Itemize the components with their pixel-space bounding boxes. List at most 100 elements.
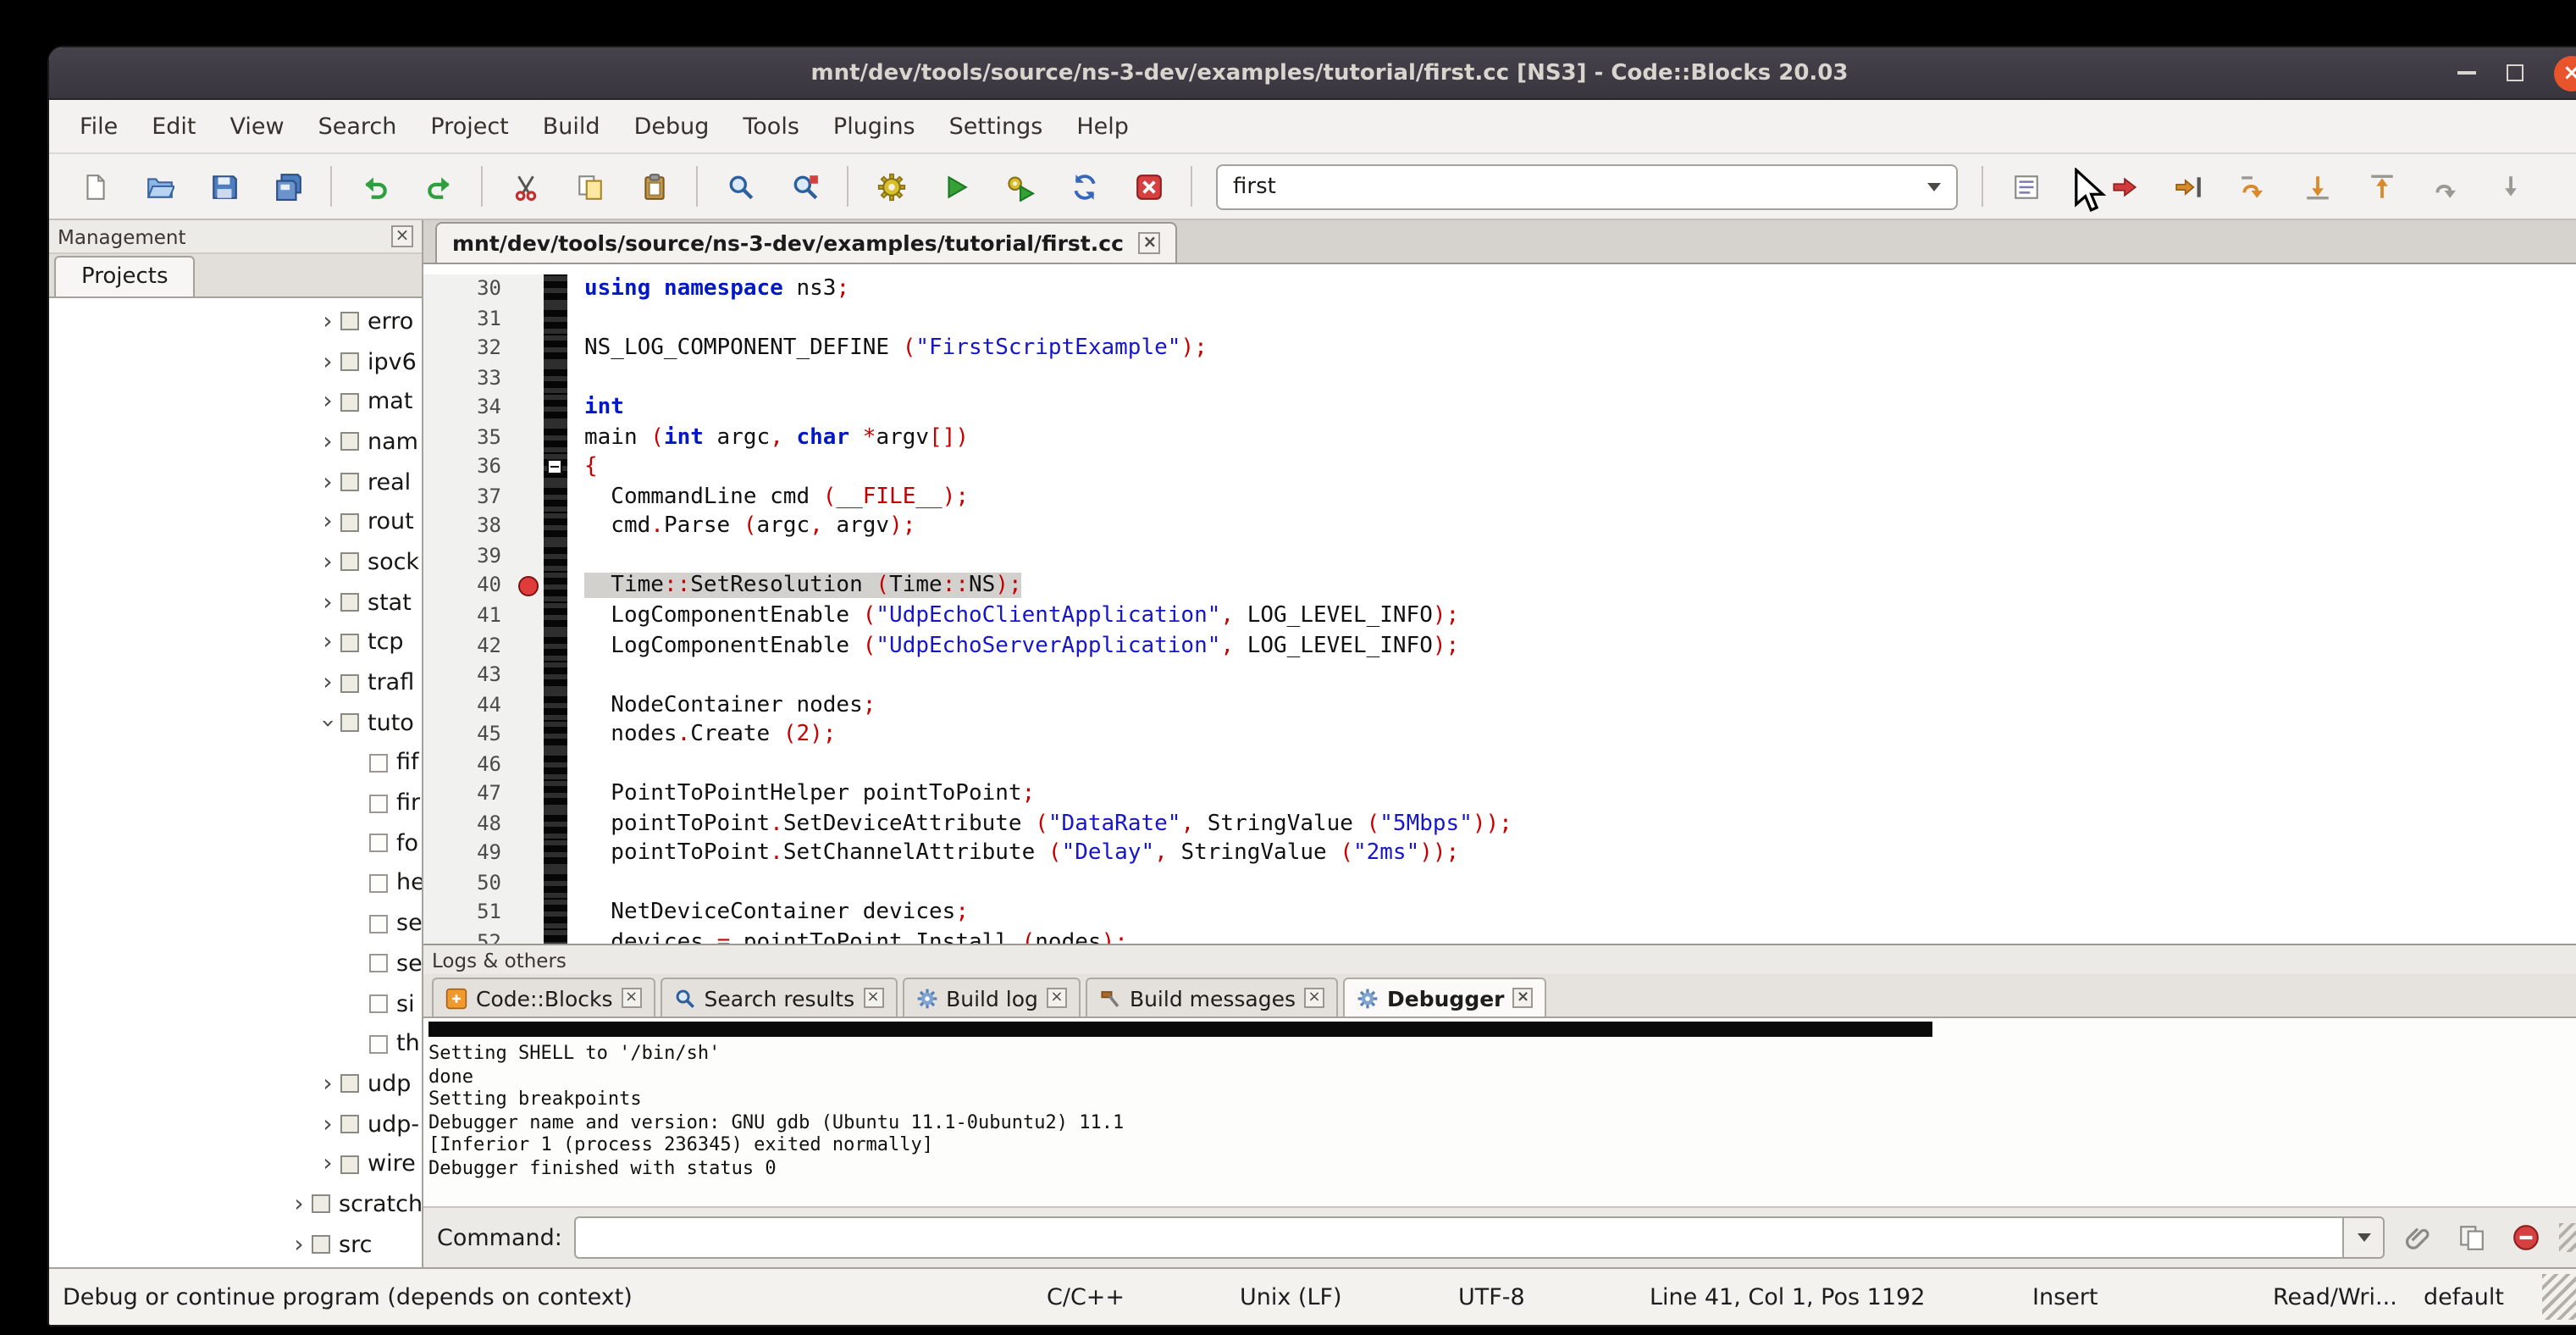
menu-item-build[interactable]: Build xyxy=(526,113,617,140)
fold-marker-icon[interactable] xyxy=(547,460,562,475)
expand-arrow-icon[interactable]: › xyxy=(315,551,340,574)
replace-button[interactable] xyxy=(777,163,832,210)
debugger-log[interactable]: Setting SHELL to '/bin/sh'doneSetting br… xyxy=(423,1018,2576,1208)
close-panel-icon[interactable]: × xyxy=(391,225,413,247)
expand-arrow-icon[interactable]: › xyxy=(315,1153,340,1177)
log-tab-build-messages[interactable]: Build messages× xyxy=(1086,978,1338,1016)
tree-item-wire[interactable]: ›wire xyxy=(49,1144,422,1184)
breakpoint-margin[interactable] xyxy=(517,363,544,393)
code-editor[interactable]: 30using namespace ns3;3132NS_LOG_COMPONE… xyxy=(423,264,2576,944)
expand-arrow-icon[interactable]: › xyxy=(315,1112,340,1136)
build-button[interactable] xyxy=(864,163,918,210)
save-file-button[interactable] xyxy=(196,163,251,210)
log-tab-search-results[interactable]: Search results× xyxy=(661,978,898,1016)
stop-debugger-button[interactable] xyxy=(2505,1216,2547,1259)
resize-grip[interactable] xyxy=(2559,1223,2576,1252)
breakpoint-margin[interactable] xyxy=(517,631,544,661)
breakpoint-icon[interactable] xyxy=(518,576,539,596)
close-tab-icon[interactable]: × xyxy=(863,988,883,1008)
tree-item-fir[interactable]: fir xyxy=(49,784,422,823)
line-number[interactable]: 40 xyxy=(423,572,517,601)
line-number[interactable]: 41 xyxy=(423,601,517,631)
menu-item-plugins[interactable]: Plugins xyxy=(816,113,932,140)
log-tab-build-log[interactable]: Build log× xyxy=(902,978,1081,1016)
line-number[interactable]: 44 xyxy=(423,690,517,720)
tree-item-fif[interactable]: fif xyxy=(49,743,422,783)
minimize-icon[interactable] xyxy=(2457,71,2476,75)
copy-log-button[interactable] xyxy=(2451,1216,2493,1259)
line-number[interactable]: 38 xyxy=(423,512,517,542)
menu-item-view[interactable]: View xyxy=(213,113,301,140)
tree-item-scratch[interactable]: ›scratch xyxy=(49,1184,422,1224)
line-number[interactable]: 43 xyxy=(423,661,517,690)
copy-button[interactable] xyxy=(562,163,616,210)
breakpoint-margin[interactable] xyxy=(517,423,544,452)
menu-item-help[interactable]: Help xyxy=(1059,113,1146,140)
line-number[interactable]: 47 xyxy=(423,780,517,810)
tree-item-fo[interactable]: fo xyxy=(49,823,422,863)
close-tab-icon[interactable]: × xyxy=(1304,988,1324,1008)
tree-item-tcp[interactable]: ›tcp xyxy=(49,623,422,662)
next-line-button[interactable] xyxy=(2225,163,2280,210)
line-number[interactable]: 48 xyxy=(423,810,517,839)
line-number[interactable]: 37 xyxy=(423,483,517,512)
breakpoint-margin[interactable] xyxy=(517,304,544,334)
menu-item-edit[interactable]: Edit xyxy=(135,113,213,140)
undo-button[interactable] xyxy=(347,163,401,210)
line-number[interactable]: 35 xyxy=(423,423,517,452)
tree-item-real[interactable]: ›real xyxy=(49,463,422,502)
menu-item-tools[interactable]: Tools xyxy=(726,113,816,140)
breakpoint-margin[interactable] xyxy=(517,780,544,810)
line-number[interactable]: 50 xyxy=(423,869,517,899)
expand-arrow-icon[interactable]: › xyxy=(315,350,340,374)
line-number[interactable]: 36 xyxy=(423,453,517,483)
step-out-button[interactable] xyxy=(2354,163,2408,210)
tree-item-udp[interactable]: ›udp- xyxy=(49,1105,422,1144)
menu-item-project[interactable]: Project xyxy=(413,113,525,140)
tree-item-erro[interactable]: ›erro xyxy=(49,302,422,341)
tree-item-th[interactable]: th xyxy=(49,1024,422,1064)
build-target-combo[interactable]: first xyxy=(1216,163,1958,209)
tree-item-nam[interactable]: ›nam xyxy=(49,422,422,462)
close-tab-icon[interactable]: × xyxy=(1139,232,1161,254)
build-and-run-button[interactable] xyxy=(992,163,1047,210)
close-tab-icon[interactable]: × xyxy=(1513,988,1534,1008)
breakpoint-margin[interactable] xyxy=(517,512,544,542)
tree-item-stat[interactable]: ›stat xyxy=(49,583,422,623)
close-tab-icon[interactable]: × xyxy=(1047,988,1067,1008)
chevron-down-icon[interactable] xyxy=(1927,182,1941,191)
line-number[interactable]: 45 xyxy=(423,720,517,750)
tree-item-se[interactable]: se xyxy=(49,944,422,983)
log-tab-code-blocks[interactable]: Code::Blocks× xyxy=(432,978,655,1016)
line-number[interactable]: 46 xyxy=(423,751,517,780)
expand-arrow-icon[interactable]: › xyxy=(315,430,340,454)
collapse-arrow-icon[interactable]: › xyxy=(316,710,340,735)
line-number[interactable]: 32 xyxy=(423,334,517,363)
tree-item-ipv6[interactable]: ›ipv6 xyxy=(49,341,422,381)
tree-item-src[interactable]: ›src xyxy=(49,1225,422,1265)
expand-arrow-icon[interactable]: › xyxy=(315,310,340,334)
step-into-instruction-button[interactable] xyxy=(2483,163,2537,210)
breakpoint-margin[interactable] xyxy=(517,601,544,631)
breakpoint-margin[interactable] xyxy=(517,839,544,869)
command-dropdown-button[interactable] xyxy=(2342,1216,2385,1259)
line-number[interactable]: 49 xyxy=(423,839,517,869)
line-number[interactable]: 51 xyxy=(423,899,517,928)
tree-item-rout[interactable]: ›rout xyxy=(49,502,422,542)
expand-arrow-icon[interactable]: › xyxy=(315,511,340,535)
expand-arrow-icon[interactable]: › xyxy=(315,1072,340,1096)
redo-button[interactable] xyxy=(412,163,466,210)
line-number[interactable]: 42 xyxy=(423,631,517,661)
breakpoint-margin[interactable] xyxy=(517,572,544,601)
menu-item-search[interactable]: Search xyxy=(301,113,414,140)
command-input[interactable] xyxy=(574,1216,2342,1259)
line-number[interactable]: 33 xyxy=(423,363,517,393)
expand-arrow-icon[interactable]: › xyxy=(315,390,340,413)
expand-arrow-icon[interactable]: › xyxy=(315,590,340,614)
log-tab-debugger[interactable]: Debugger× xyxy=(1343,978,1547,1016)
tree-item-he[interactable]: he xyxy=(49,863,422,903)
breakpoint-margin[interactable] xyxy=(517,899,544,928)
tree-item-mat[interactable]: ›mat xyxy=(49,382,422,422)
tree-item-sock[interactable]: ›sock xyxy=(49,542,422,582)
window-resize-grip[interactable] xyxy=(2542,1274,2576,1320)
